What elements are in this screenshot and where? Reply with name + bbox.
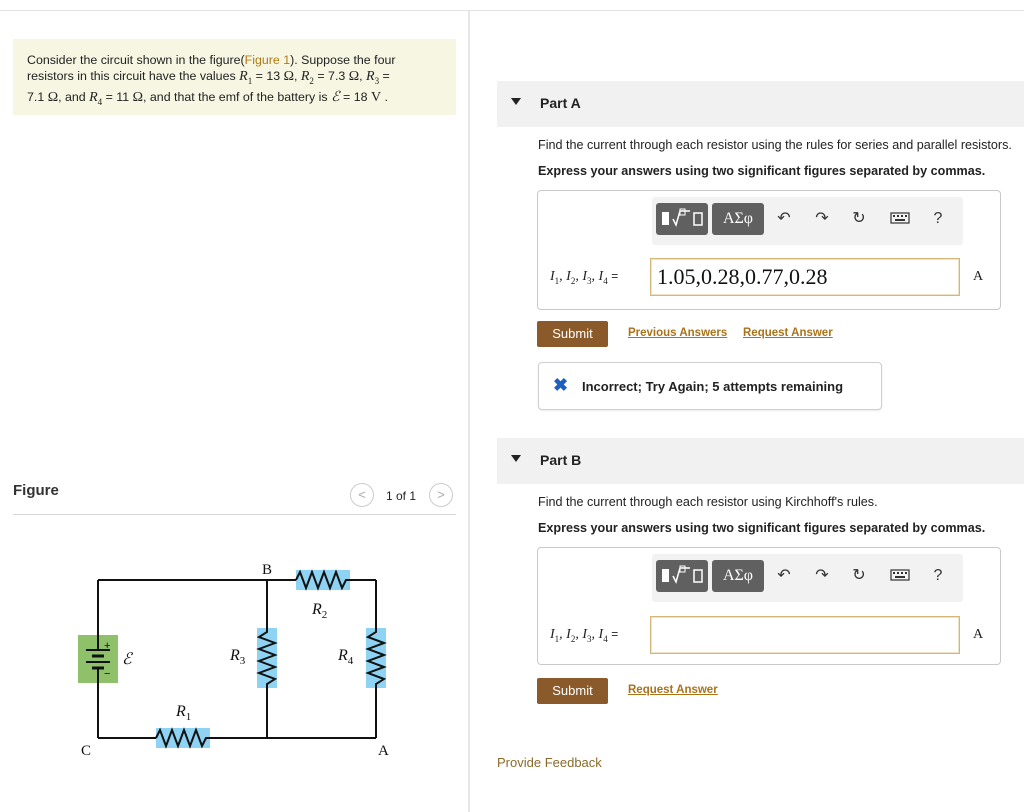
keyboard-icon[interactable] bbox=[890, 568, 910, 586]
panel-divider bbox=[468, 10, 470, 812]
circuit-diagram: + − ℰ R2 R3 R4 R1 B C A bbox=[78, 562, 389, 759]
reset-icon[interactable]: ↻ bbox=[849, 211, 869, 227]
incorrect-x-icon: ✖ bbox=[553, 375, 569, 395]
volt-symbol: V bbox=[370, 89, 382, 105]
battery-text: , and that the emf of the battery is bbox=[143, 89, 328, 104]
part-a-submit-button[interactable]: Submit bbox=[537, 321, 608, 347]
r3-label: R3 bbox=[229, 647, 246, 667]
help-button[interactable]: ? bbox=[928, 568, 948, 584]
help-button[interactable]: ? bbox=[928, 211, 948, 227]
ohm-symbol: Ω bbox=[47, 89, 59, 105]
and-text: , and bbox=[58, 89, 86, 104]
part-a-answer-input[interactable]: 1.05,0.28,0.77,0.28 bbox=[650, 258, 960, 296]
r4-symbol: R4 bbox=[89, 89, 103, 107]
figure-rule bbox=[13, 514, 456, 515]
battery-minus: − bbox=[104, 668, 110, 680]
provide-feedback-link[interactable]: Provide Feedback bbox=[497, 755, 602, 770]
redo-icon[interactable]: ↷ bbox=[812, 568, 832, 584]
collapse-caret-icon[interactable] bbox=[511, 455, 521, 462]
part-a-header[interactable]: Part A bbox=[497, 81, 1024, 127]
r1-label: R1 bbox=[175, 703, 191, 723]
r2-label: R2 bbox=[311, 601, 327, 621]
node-a-label: A bbox=[378, 743, 389, 759]
problem-statement: Consider the circuit shown in the figure… bbox=[13, 39, 456, 115]
keyboard-icon[interactable] bbox=[890, 211, 910, 229]
node-b-label: B bbox=[262, 562, 272, 578]
top-border bbox=[0, 10, 1024, 11]
part-b-answer-input[interactable] bbox=[650, 616, 960, 654]
r4-value: = 11 bbox=[105, 89, 130, 104]
feedback-text: Incorrect; Try Again; 5 attempts remaini… bbox=[582, 379, 844, 394]
part-b-submit-button[interactable]: Submit bbox=[537, 678, 608, 704]
part-a-instruction: Express your answers using two significa… bbox=[538, 164, 986, 178]
part-b-instruction: Express your answers using two significa… bbox=[538, 521, 986, 535]
problem-intro: Consider the circuit shown in the figure… bbox=[27, 53, 245, 67]
templates-icon bbox=[662, 565, 703, 585]
figure-next-button[interactable]: > bbox=[429, 483, 453, 507]
part-b-unit: A bbox=[973, 627, 984, 642]
templates-icon bbox=[662, 208, 703, 228]
templates-button[interactable] bbox=[656, 203, 708, 235]
part-a-request-answer-link[interactable]: Request Answer bbox=[743, 327, 833, 339]
problem-text-2: resistors in this circuit have the value… bbox=[27, 69, 236, 83]
undo-icon[interactable]: ↶ bbox=[774, 568, 794, 584]
math-toolbar: ΑΣφ ↶ ↷ ↻ ? bbox=[652, 554, 963, 602]
r2-symbol: R2 bbox=[300, 69, 314, 86]
redo-icon[interactable]: ↷ bbox=[812, 211, 832, 227]
part-b-request-answer-link[interactable]: Request Answer bbox=[628, 684, 718, 696]
part-a-question: Find the current through each resistor u… bbox=[538, 138, 1012, 152]
ohm-symbol: Ω bbox=[283, 69, 294, 84]
emf-symbol: ℰ bbox=[331, 89, 340, 105]
ohm-symbol: Ω bbox=[348, 69, 360, 84]
figure-label: Figure bbox=[13, 482, 59, 499]
emf-label: ℰ bbox=[122, 651, 134, 668]
previous-answers-link[interactable]: Previous Answers bbox=[628, 327, 727, 339]
greek-symbols-button[interactable]: ΑΣφ bbox=[712, 560, 764, 592]
part-b-title: Part B bbox=[540, 452, 582, 468]
part-b-header[interactable]: Part B bbox=[497, 438, 1024, 484]
r3-symbol: R3 bbox=[366, 69, 380, 86]
part-b-question: Find the current through each resistor u… bbox=[538, 495, 878, 509]
incorrect-feedback: ✖ Incorrect; Try Again; 5 attempts remai… bbox=[538, 362, 882, 410]
r2-value: = 7.3 bbox=[317, 69, 346, 83]
templates-button[interactable] bbox=[656, 560, 708, 592]
r3-value: 7.1 bbox=[27, 89, 45, 104]
r4-label: R4 bbox=[337, 647, 354, 667]
reset-icon[interactable]: ↻ bbox=[849, 568, 869, 584]
greek-symbols-button[interactable]: ΑΣφ bbox=[712, 203, 764, 235]
undo-icon[interactable]: ↶ bbox=[774, 211, 794, 227]
r1-value: = 13 bbox=[255, 69, 281, 83]
figure-counter: 1 of 1 bbox=[386, 489, 417, 503]
figure-prev-button[interactable]: < bbox=[350, 483, 374, 507]
node-c-label: C bbox=[81, 743, 91, 759]
battery-plus: + bbox=[104, 640, 110, 652]
r3-equals: = bbox=[382, 69, 390, 83]
figure-link[interactable]: Figure 1 bbox=[245, 53, 290, 67]
part-a-answer-box: ΑΣφ ↶ ↷ ↻ ? I1, I2, I3, I4 = 1.05,0.28,0… bbox=[537, 190, 1001, 310]
part-b-variable-label: I1, I2, I3, I4 = bbox=[550, 627, 619, 644]
math-toolbar: ΑΣφ ↶ ↷ ↻ ? bbox=[652, 197, 963, 245]
part-b-answer-box: ΑΣφ ↶ ↷ ↻ ? I1, I2, I3, I4 = A bbox=[537, 547, 1001, 665]
emf-value: = 18 bbox=[343, 89, 368, 104]
problem-text-1: ). Suppose the four bbox=[290, 53, 396, 67]
part-a-unit: A bbox=[973, 269, 984, 284]
r1-symbol: R1 bbox=[239, 69, 253, 86]
part-a-variable-label: I1, I2, I3, I4 = bbox=[550, 269, 619, 286]
ohm-symbol: Ω bbox=[132, 89, 144, 105]
collapse-caret-icon[interactable] bbox=[511, 98, 521, 105]
part-a-title: Part A bbox=[540, 95, 581, 111]
